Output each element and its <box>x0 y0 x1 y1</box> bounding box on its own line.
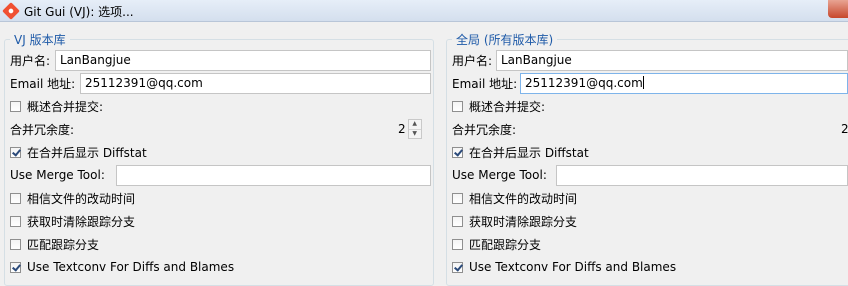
global-merge-tool-row: Use Merge Tool: <box>452 164 547 186</box>
local-textconv-row[interactable]: Use Textconv For Diffs and Blames <box>10 256 234 278</box>
local-email-label: Email 地址: <box>10 76 76 91</box>
spin-up-icon[interactable]: ▲ <box>408 120 421 130</box>
global-match-tracking-label: 匹配跟踪分支 <box>469 237 542 252</box>
global-trust-mtime-row[interactable]: 相信文件的改动时间 <box>452 187 577 209</box>
local-merge-tool-row: Use Merge Tool: <box>10 164 105 186</box>
local-show-diffstat-checkbox[interactable] <box>10 146 21 158</box>
local-match-tracking-label: 匹配跟踪分支 <box>27 237 100 252</box>
local-merge-verbosity-value[interactable]: 2 <box>398 122 406 136</box>
local-match-tracking-row[interactable]: 匹配跟踪分支 <box>10 233 99 255</box>
local-trust-mtime-checkbox[interactable] <box>10 192 21 204</box>
local-prune-on-fetch-row[interactable]: 获取时清除跟踪分支 <box>10 210 135 232</box>
window-close-button[interactable] <box>828 0 848 18</box>
global-summarize-merge-label: 概述合并提交: <box>469 99 546 114</box>
local-merge-verbosity-label: 合并冗余度: <box>10 122 75 137</box>
local-merge-verbosity-spinbox[interactable]: 2 ▲ ▼ <box>398 119 422 139</box>
local-prune-on-fetch-label: 获取时清除跟踪分支 <box>27 214 136 229</box>
global-options-panel: 全局 (所有版本库) 用户名: LanBangjue Email 地址: 251… <box>442 22 848 286</box>
global-email-value: 25112391@qq.com <box>525 76 643 90</box>
local-textconv-label: Use Textconv For Diffs and Blames <box>27 260 235 274</box>
local-textconv-checkbox[interactable] <box>10 261 21 273</box>
text-caret <box>642 76 644 89</box>
global-email-input[interactable]: 25112391@qq.com <box>520 73 848 94</box>
global-textconv-label: Use Textconv For Diffs and Blames <box>469 260 677 274</box>
global-merge-tool-input[interactable] <box>556 165 848 186</box>
global-summarize-merge-row[interactable]: 概述合并提交: <box>452 95 545 117</box>
local-show-diffstat-row[interactable]: 在合并后显示 Diffstat <box>10 141 147 163</box>
local-trust-mtime-row[interactable]: 相信文件的改动时间 <box>10 187 135 209</box>
global-email-row: Email 地址: <box>452 72 517 94</box>
global-username-label: 用户名: <box>452 53 493 68</box>
global-prune-on-fetch-checkbox[interactable] <box>452 215 463 227</box>
global-username-row: 用户名: <box>452 49 492 71</box>
git-logo-icon <box>2 2 20 20</box>
global-username-input[interactable]: LanBangjue <box>496 50 848 71</box>
local-merge-verbosity-row: 合并冗余度: <box>10 118 74 140</box>
local-match-tracking-checkbox[interactable] <box>10 238 21 250</box>
global-merge-tool-label: Use Merge Tool: <box>452 168 547 182</box>
window-title: Git Gui (VJ): 选项... <box>24 5 134 19</box>
local-username-input[interactable]: LanBangjue <box>55 50 431 71</box>
local-merge-verbosity-stepper[interactable]: ▲ ▼ <box>407 119 422 139</box>
global-match-tracking-checkbox[interactable] <box>452 238 463 250</box>
local-trust-mtime-label: 相信文件的改动时间 <box>27 191 136 206</box>
local-email-input[interactable]: 25112391@qq.com <box>80 73 431 94</box>
local-summarize-merge-checkbox[interactable] <box>10 100 21 112</box>
global-show-diffstat-row[interactable]: 在合并后显示 Diffstat <box>452 141 589 163</box>
global-group-title: 全局 (所有版本库) <box>452 31 558 48</box>
global-show-diffstat-checkbox[interactable] <box>452 146 463 158</box>
global-trust-mtime-checkbox[interactable] <box>452 192 463 204</box>
global-merge-verbosity-spinbox[interactable]: 2 <box>841 119 848 139</box>
window-titlebar[interactable]: Git Gui (VJ): 选项... <box>0 0 848 22</box>
local-summarize-merge-label: 概述合并提交: <box>27 99 104 114</box>
local-merge-tool-label: Use Merge Tool: <box>10 168 105 182</box>
local-repo-options-panel: VJ 版本库 用户名: LanBangjue Email 地址: 2511239… <box>0 22 442 286</box>
global-textconv-checkbox[interactable] <box>452 261 463 273</box>
global-textconv-row[interactable]: Use Textconv For Diffs and Blames <box>452 256 676 278</box>
local-username-row: 用户名: <box>10 49 50 71</box>
local-merge-tool-input[interactable] <box>116 165 431 186</box>
global-merge-verbosity-label: 合并冗余度: <box>452 122 517 137</box>
local-summarize-merge-row[interactable]: 概述合并提交: <box>10 95 103 117</box>
global-email-label: Email 地址: <box>452 76 518 91</box>
local-username-label: 用户名: <box>10 53 51 68</box>
global-show-diffstat-label: 在合并后显示 Diffstat <box>469 145 589 160</box>
global-prune-on-fetch-label: 获取时清除跟踪分支 <box>469 214 578 229</box>
global-match-tracking-row[interactable]: 匹配跟踪分支 <box>452 233 541 255</box>
global-prune-on-fetch-row[interactable]: 获取时清除跟踪分支 <box>452 210 577 232</box>
local-prune-on-fetch-checkbox[interactable] <box>10 215 21 227</box>
local-group-title: VJ 版本库 <box>10 31 70 48</box>
local-show-diffstat-label: 在合并后显示 Diffstat <box>27 145 147 160</box>
global-merge-verbosity-row: 合并冗余度: <box>452 118 516 140</box>
local-email-row: Email 地址: <box>10 72 75 94</box>
global-merge-verbosity-value[interactable]: 2 <box>841 122 848 136</box>
spin-down-icon[interactable]: ▼ <box>409 130 421 139</box>
global-summarize-merge-checkbox[interactable] <box>452 100 463 112</box>
global-trust-mtime-label: 相信文件的改动时间 <box>469 191 578 206</box>
